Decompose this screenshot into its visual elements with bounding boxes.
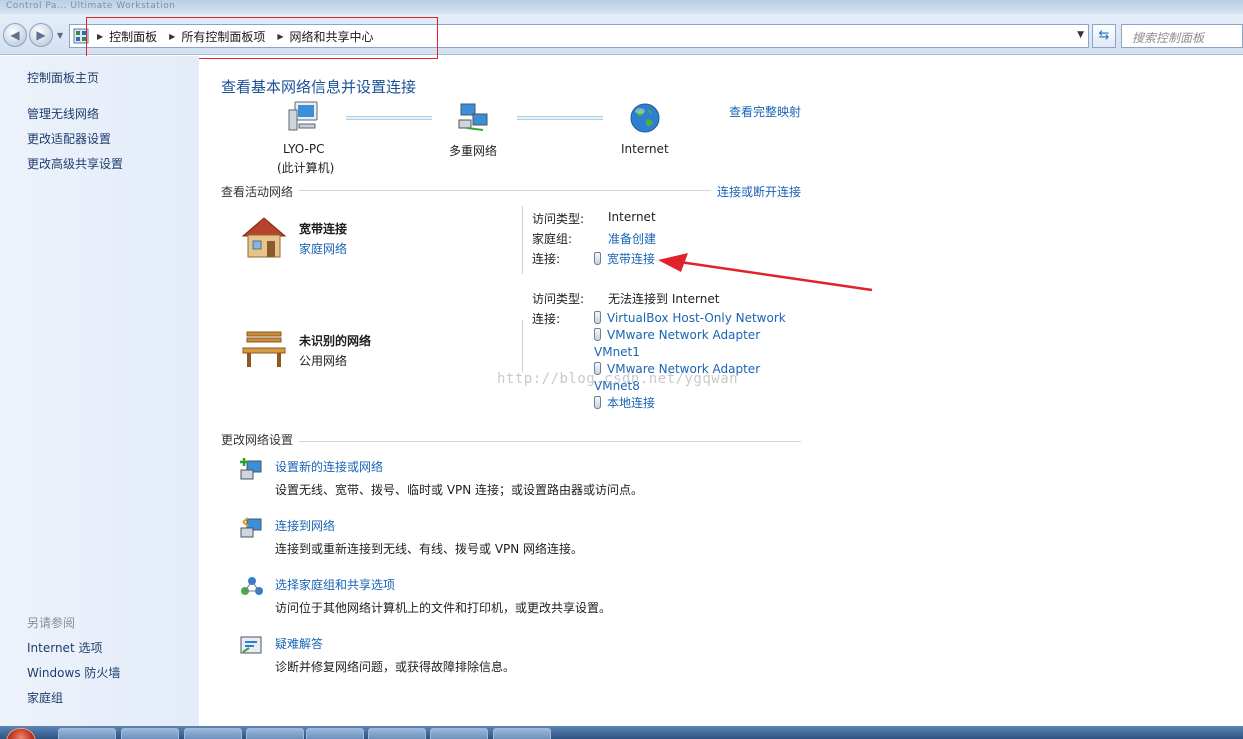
public-network-icon	[242, 331, 286, 367]
taskbar-button[interactable]	[246, 728, 304, 739]
connect-disconnect-link[interactable]: 连接或断开连接	[717, 183, 801, 200]
annotation-arrow	[658, 253, 873, 292]
connection-plug-icon	[594, 252, 601, 265]
section-divider	[299, 190, 711, 191]
connection-line	[517, 116, 603, 120]
sidebar-item-adapter-settings[interactable]: 更改适配器设置	[27, 130, 111, 147]
new-connection-icon	[240, 458, 262, 480]
main-content: 查看基本网络信息并设置连接 查看完整映射 LYO-PC (此计算机) 多重网络 …	[199, 56, 1243, 726]
back-arrow-icon: ◀	[10, 28, 20, 42]
taskbar-button[interactable]	[121, 728, 179, 739]
watermark: http://blog.csdn.net/ygqwan	[497, 371, 739, 387]
taskbar-button[interactable]	[184, 728, 242, 739]
refresh-icon: ⇆	[1098, 28, 1110, 43]
network-type-public: 公用网络	[299, 354, 348, 368]
taskbar-button[interactable]	[430, 728, 488, 739]
task-new-connection-desc: 设置无线、宽带、拨号、临时或 VPN 连接；或设置路由器或访问点。	[275, 483, 644, 497]
task-troubleshoot-link[interactable]: 疑难解答	[275, 635, 323, 652]
computer-sub: (此计算机)	[277, 161, 335, 175]
address-dropdown-icon[interactable]: ▼	[1077, 30, 1084, 40]
connection-local-link[interactable]: 本地连接	[594, 395, 769, 412]
network-type-home[interactable]: 家庭网络	[299, 240, 347, 257]
connection-line	[346, 116, 432, 120]
back-button[interactable]: ◀	[3, 23, 27, 47]
task-connect-network-desc: 连接到或重新连接到无线、有线、拨号或 VPN 网络连接。	[275, 542, 584, 556]
task-troubleshoot-desc: 诊断并修复网络问题，或获得故障排除信息。	[275, 660, 516, 674]
forward-arrow-icon: ▶	[36, 28, 46, 42]
sidebar-item-firewall[interactable]: Windows 防火墙	[27, 664, 120, 681]
homegroup-label: 家庭组:	[532, 232, 573, 246]
sidebar-item-internet-options[interactable]: Internet 选项	[27, 639, 102, 656]
network-divider	[522, 206, 523, 274]
computer-icon[interactable]	[287, 100, 321, 134]
page-title: 查看基本网络信息并设置连接	[221, 78, 417, 96]
task-connect-network-link[interactable]: 连接到网络	[275, 517, 335, 534]
sidebar-item-manage-wireless[interactable]: 管理无线网络	[27, 105, 99, 122]
see-also-title: 另请参阅	[27, 616, 76, 630]
forward-button[interactable]: ▶	[29, 23, 53, 47]
window-title-bar: Control Pa... Ultimate Workstation	[0, 0, 1243, 14]
access-type-label: 访问类型:	[532, 292, 585, 306]
search-input[interactable]: 搜索控制面板	[1121, 24, 1243, 48]
connection-label: 连接:	[532, 312, 561, 326]
active-networks-title: 查看活动网络	[221, 185, 294, 199]
sidebar-item-sharing-settings[interactable]: 更改高级共享设置	[27, 155, 123, 172]
full-map-link[interactable]: 查看完整映射	[729, 103, 801, 120]
access-type-value: Internet	[608, 210, 656, 224]
homegroup-icon	[241, 577, 263, 595]
multiple-networks-label: 多重网络	[449, 144, 498, 158]
sidebar-item-homegroup[interactable]: 家庭组	[27, 689, 63, 706]
task-homegroup-desc: 访问位于其他网络计算机上的文件和打印机，或更改共享设置。	[275, 601, 612, 615]
connection-broadband-link[interactable]: 宽带连接	[594, 250, 655, 267]
window-title: Control Pa... Ultimate Workstation	[6, 1, 176, 11]
connection-virtualbox-link[interactable]: VirtualBox Host-Only Network	[594, 310, 794, 327]
task-homegroup-link[interactable]: 选择家庭组和共享选项	[275, 576, 395, 593]
annotation-highlight-box	[86, 17, 438, 59]
computer-name: LYO-PC	[283, 142, 325, 156]
task-new-connection-link[interactable]: 设置新的连接或网络	[275, 458, 383, 475]
globe-icon[interactable]	[629, 102, 661, 134]
sidebar: 控制面板主页 管理无线网络 更改适配器设置 更改高级共享设置 另请参阅 Inte…	[0, 56, 199, 726]
network-name-broadband: 宽带连接	[299, 222, 348, 236]
connection-vmnet1-link[interactable]: VMware Network Adapter VMnet1	[594, 327, 769, 361]
troubleshoot-icon	[240, 636, 262, 654]
connection-plug-icon	[594, 396, 601, 409]
taskbar-button[interactable]	[58, 728, 116, 739]
home-network-icon	[241, 217, 287, 258]
connect-network-icon	[240, 517, 262, 538]
connection-label: 连接:	[532, 252, 561, 266]
connection-plug-icon	[594, 311, 601, 324]
access-type-label: 访问类型:	[532, 212, 585, 226]
homegroup-create-link[interactable]: 准备创建	[608, 230, 656, 247]
section-divider	[299, 441, 801, 442]
internet-label: Internet	[621, 142, 669, 156]
taskbar-button[interactable]	[368, 728, 426, 739]
sidebar-item-home[interactable]: 控制面板主页	[27, 69, 99, 86]
refresh-button[interactable]: ⇆	[1092, 24, 1116, 48]
multiple-networks-icon[interactable]	[457, 100, 491, 134]
history-dropdown-icon[interactable]: ▼	[57, 31, 63, 40]
taskbar-button[interactable]	[493, 728, 551, 739]
network-name-unidentified: 未识别的网络	[299, 334, 372, 348]
taskbar-button[interactable]	[306, 728, 364, 739]
change-settings-title: 更改网络设置	[221, 433, 294, 447]
network-divider	[522, 320, 523, 372]
connection-plug-icon	[594, 328, 601, 341]
